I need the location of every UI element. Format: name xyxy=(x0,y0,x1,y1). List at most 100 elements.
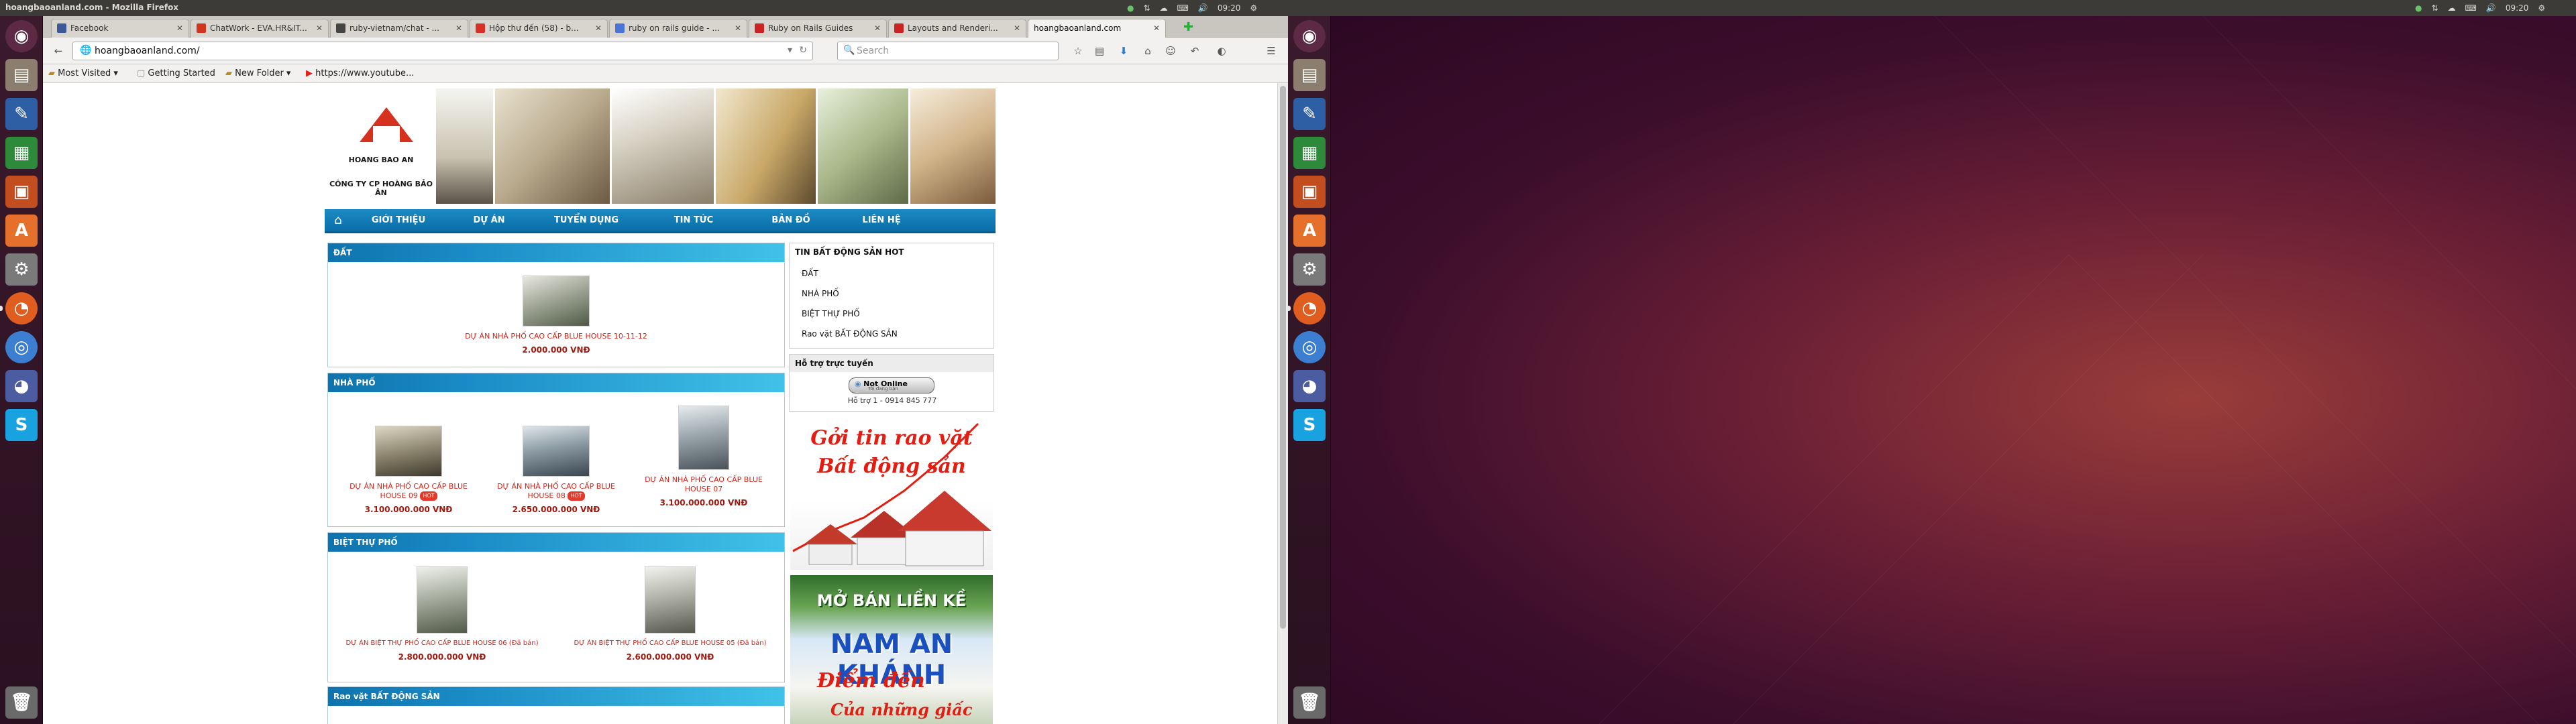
back-icon[interactable]: ← xyxy=(51,44,66,58)
property-name[interactable]: DỰ ÁN NHÀ PHỐ CAO CẤP BLUE HOUSE 09 HOT xyxy=(341,482,476,501)
url-bar[interactable]: 🌐 hoangbaoanland.com/ ▾ ↻ xyxy=(72,42,813,60)
close-icon[interactable]: ✕ xyxy=(316,23,323,33)
search-input[interactable]: 🔍 Search xyxy=(837,42,1059,60)
tab-ruby-vietnam[interactable]: ruby-vietnam/chat - ... ✕ xyxy=(330,19,468,38)
chromium-icon[interactable]: ◎ xyxy=(5,331,38,363)
tab-hoangbaoanland[interactable]: hoangbaoanland.com ✕ xyxy=(1028,19,1166,38)
firefox-icon[interactable]: ◔ xyxy=(5,292,38,324)
volume-icon[interactable]: 🔊 xyxy=(1198,3,1208,13)
nav-item-tin-tuc[interactable]: TIN TỨC xyxy=(640,215,747,225)
bookmark-most-visited[interactable]: ▰ Most Visited ▾ xyxy=(48,68,118,78)
banner-nam-an-khanh[interactable]: MỞ BÁN LIỀN KỀ NAM AN KHÁNH Điểm đến Của… xyxy=(790,575,993,724)
close-icon[interactable]: ✕ xyxy=(874,23,881,33)
cloud-icon[interactable]: ☁ xyxy=(1160,3,1168,13)
files-icon[interactable]: ▤ xyxy=(5,59,38,91)
writer-icon[interactable]: ✎ xyxy=(1293,98,1326,130)
property-name[interactable]: DỰ ÁN NHÀ PHỐ CAO CẤP BLUE HOUSE 07 xyxy=(637,475,771,494)
volume-icon[interactable]: 🔊 xyxy=(2486,3,2496,13)
tab-layouts-rendering[interactable]: Layouts and Renderi... ✕ xyxy=(888,19,1026,38)
impress-icon[interactable]: ▣ xyxy=(5,176,38,208)
extension-icon[interactable]: ◐ xyxy=(1214,44,1229,58)
site-logo[interactable]: HOANG BAO AN CÔNG TY CP HOÀNG BẢO ÂN xyxy=(327,88,435,202)
nav-item-tuyen-dung[interactable]: TUYỂN DỤNG xyxy=(533,215,640,225)
property-image[interactable] xyxy=(417,566,468,634)
bookmark-getting-started[interactable]: ▢ Getting Started xyxy=(137,68,215,78)
tab-google-search[interactable]: ruby on rails guide - ... ✕ xyxy=(609,19,747,38)
settings-icon[interactable]: ⚙ xyxy=(1293,253,1326,286)
keyboard-icon[interactable]: ⌨ xyxy=(1177,3,1189,13)
tab-gmail[interactable]: Hộp thư đến (58) - b... ✕ xyxy=(470,19,608,38)
tab-facebook[interactable]: Facebook ✕ xyxy=(51,19,189,38)
pidgin-icon[interactable]: ◕ xyxy=(5,370,38,402)
property-card[interactable]: DỰ ÁN NHÀ PHỐ CAO CẤP BLUE HOUSE 07 3.100… xyxy=(637,406,771,507)
new-tab-button[interactable]: ✚ xyxy=(1183,20,1193,34)
bookmark-youtube[interactable]: ▶ https://www.youtube... xyxy=(306,68,414,78)
writer-icon[interactable]: ✎ xyxy=(5,98,38,130)
chat-icon[interactable]: ☺ xyxy=(1163,44,1178,58)
hot-link-biet-thu-pho[interactable]: BIỆT THỰ PHỐ xyxy=(802,309,860,318)
hot-link-nha-pho[interactable]: NHÀ PHỐ xyxy=(802,289,839,298)
property-card[interactable]: DỰ ÁN NHÀ PHỐ CAO CẤP BLUE HOUSE 08 HOT 2… xyxy=(489,426,623,514)
property-name[interactable]: DỰ ÁN BIỆT THỰ PHỐ CAO CẤP BLUE HOUSE 05… xyxy=(556,639,784,648)
calc-icon[interactable]: ▦ xyxy=(1293,137,1326,169)
page-scrollbar[interactable] xyxy=(1277,83,1288,724)
nav-item-du-an[interactable]: DỰ ÁN xyxy=(445,215,533,225)
impress-icon[interactable]: ▣ xyxy=(1293,176,1326,208)
dash-icon[interactable]: ◉ xyxy=(1293,20,1326,52)
nav-item-lien-he[interactable]: LIÊN HỆ xyxy=(835,215,928,225)
scrollbar-thumb[interactable] xyxy=(1280,86,1286,629)
download-icon[interactable]: ⬇ xyxy=(1116,44,1131,58)
property-card[interactable]: DỰ ÁN BIỆT THỰ PHỐ CAO CẤP BLUE HOUSE 06… xyxy=(328,566,556,662)
chromium-icon[interactable]: ◎ xyxy=(1293,331,1326,363)
settings-icon[interactable]: ⚙ xyxy=(5,253,38,286)
close-icon[interactable]: ✕ xyxy=(176,23,183,33)
close-icon[interactable]: ✕ xyxy=(455,23,462,33)
banner-post-ad[interactable]: Gởi tin rao vặt Bất động sản xyxy=(790,417,993,570)
keyboard-icon[interactable]: ⌨ xyxy=(2465,3,2477,13)
property-card[interactable]: DỰ ÁN NHÀ PHỐ CAO CẤP BLUE HOUSE 09 HOT 3… xyxy=(341,426,476,514)
files-icon[interactable]: ▤ xyxy=(1293,59,1326,91)
trash-icon[interactable]: 🗑 xyxy=(5,686,38,719)
software-center-icon[interactable]: A xyxy=(5,215,38,247)
reading-list-icon[interactable]: ▤ xyxy=(1092,44,1107,58)
calc-icon[interactable]: ▦ xyxy=(5,137,38,169)
gear-icon[interactable]: ⚙ xyxy=(1250,3,1257,13)
property-name[interactable]: DỰ ÁN NHÀ PHỐ CAO CẤP BLUE HOUSE 08 HOT xyxy=(489,482,623,501)
dropbox-icon[interactable]: ● xyxy=(1127,3,1134,13)
dropbox-icon[interactable]: ● xyxy=(2415,3,2422,13)
network-icon[interactable]: ⇅ xyxy=(2431,3,2438,13)
nav-item-gioi-thieu[interactable]: GIỚI THIỆU xyxy=(352,215,445,225)
dash-icon[interactable]: ◉ xyxy=(5,20,38,52)
skype-status-button[interactable]: ◉ Not Online Tôi đang bận xyxy=(849,377,934,394)
skype-icon[interactable]: S xyxy=(1293,409,1326,441)
nav-item-ban-do[interactable]: BẢN ĐỒ xyxy=(747,215,835,225)
clock[interactable]: 09:20 xyxy=(1218,3,1241,13)
property-image[interactable] xyxy=(645,566,696,634)
bookmark-new-folder[interactable]: ▰ New Folder ▾ xyxy=(225,68,290,78)
close-icon[interactable]: ✕ xyxy=(595,23,602,33)
reload-icon[interactable]: ↻ xyxy=(799,45,807,56)
close-icon[interactable]: ✕ xyxy=(735,23,741,33)
pidgin-icon[interactable]: ◕ xyxy=(1293,370,1326,402)
property-name[interactable]: DỰ ÁN BIỆT THỰ PHỐ CAO CẤP BLUE HOUSE 06… xyxy=(328,639,556,648)
addon-icon[interactable]: ↶ xyxy=(1187,44,1202,58)
property-name[interactable]: DỰ ÁN NHÀ PHỐ CAO CẤP BLUE HOUSE 10-11-1… xyxy=(455,332,657,341)
firefox-icon[interactable]: ◔ xyxy=(1293,292,1326,324)
trash-icon[interactable]: 🗑 xyxy=(1293,686,1326,719)
skype-icon[interactable]: S xyxy=(5,409,38,441)
property-image[interactable] xyxy=(678,406,729,470)
home-icon[interactable]: ⌂ xyxy=(325,208,352,233)
menu-icon[interactable]: ☰ xyxy=(1264,44,1279,58)
home-icon[interactable]: ⌂ xyxy=(1140,44,1155,58)
property-image[interactable] xyxy=(523,276,590,326)
close-icon[interactable]: ✕ xyxy=(1153,23,1160,33)
clock[interactable]: 09:20 xyxy=(2506,3,2529,13)
dropdown-icon[interactable]: ▾ xyxy=(788,45,792,56)
gear-icon[interactable]: ⚙ xyxy=(2538,3,2545,13)
cloud-icon[interactable]: ☁ xyxy=(2448,3,2456,13)
hot-link-rao-vat[interactable]: Rao vặt BẤT ĐỘNG SẢN xyxy=(802,329,898,339)
property-image[interactable] xyxy=(523,426,590,477)
property-card[interactable]: DỰ ÁN BIỆT THỰ PHỐ CAO CẤP BLUE HOUSE 05… xyxy=(556,566,784,662)
software-center-icon[interactable]: A xyxy=(1293,215,1326,247)
hot-link-dat[interactable]: ĐẤT xyxy=(802,269,818,278)
